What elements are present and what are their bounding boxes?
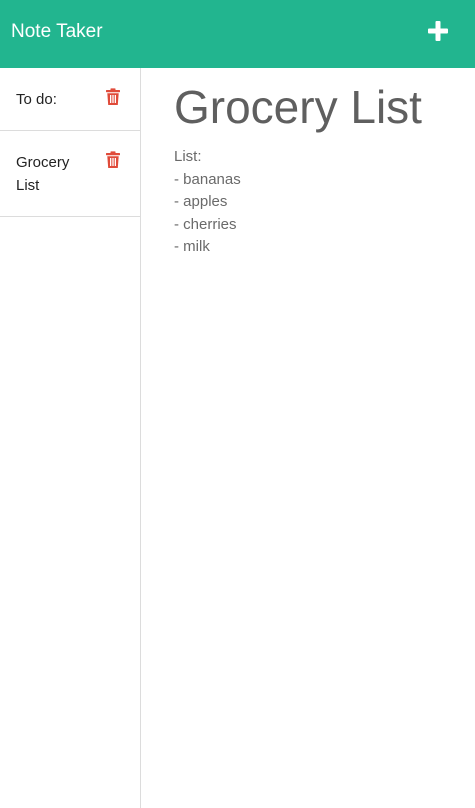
note-text-line: - cherries bbox=[174, 215, 237, 233]
trash-icon bbox=[106, 88, 120, 105]
plus-icon bbox=[428, 21, 448, 41]
note-text-line: - milk bbox=[174, 238, 210, 256]
note-list-item-title: To do: bbox=[16, 91, 57, 108]
new-note-button[interactable] bbox=[427, 20, 449, 42]
app-title[interactable]: Note Taker bbox=[11, 20, 103, 44]
navbar: Note Taker bbox=[0, 0, 475, 68]
trash-icon bbox=[106, 151, 120, 168]
note-list-item-title: Grocery List bbox=[16, 154, 70, 194]
note-text-line: List: bbox=[174, 148, 202, 165]
note-text-line: - bananas bbox=[174, 170, 241, 188]
notes-sidebar: To do: Grocery List bbox=[0, 68, 141, 808]
note-text-line: - apples bbox=[174, 193, 228, 211]
delete-note-button[interactable] bbox=[105, 88, 121, 106]
note-list-item[interactable]: To do: bbox=[0, 68, 140, 131]
note-list-item[interactable]: Grocery List bbox=[0, 131, 140, 217]
note-editor: Grocery List List: - bananas - apples - … bbox=[142, 68, 475, 808]
note-text-area[interactable]: List: - bananas - apples - cherries - mi… bbox=[174, 146, 454, 259]
delete-note-button[interactable] bbox=[105, 151, 121, 169]
note-title-field[interactable]: Grocery List bbox=[174, 80, 422, 134]
